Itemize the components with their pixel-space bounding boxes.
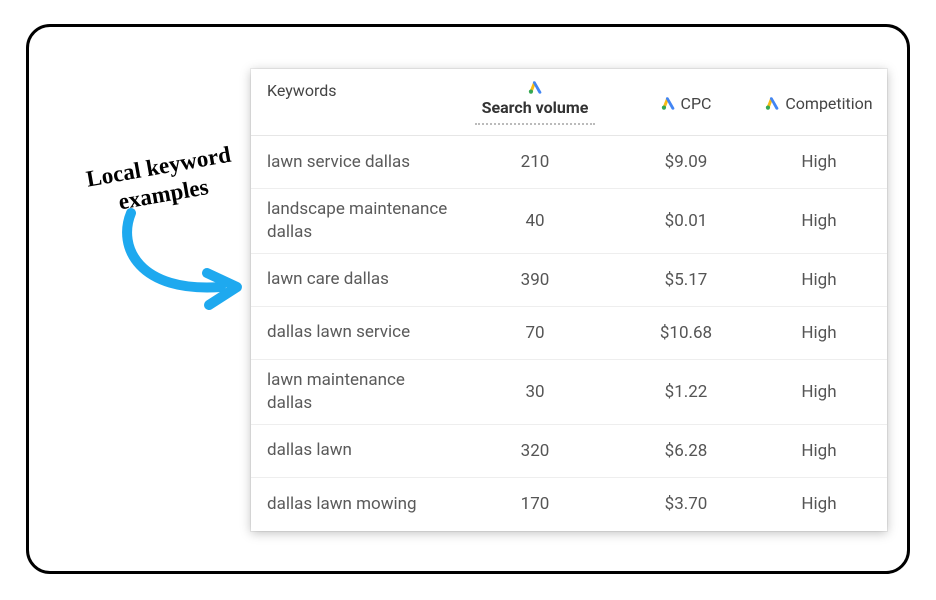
header-volume-label: Search volume [482,98,589,117]
header-cpc: CPC [621,81,751,125]
cell-keyword: dallas lawn mowing [251,493,449,516]
google-ads-icon [661,97,675,110]
table-row: lawn care dallas 390 $5.17 High [251,254,887,307]
cell-keyword: landscape maintenance dallas [251,198,449,244]
cell-keyword: lawn service dallas [251,151,449,174]
cell-competition: High [751,152,887,172]
cell-competition: High [751,382,887,402]
cell-cpc: $1.22 [621,382,751,402]
cell-competition: High [751,323,887,343]
cell-cpc: $3.70 [621,494,751,514]
table-row: dallas lawn service 70 $10.68 High [251,307,887,360]
cell-keyword: lawn care dallas [251,268,449,291]
header-keywords: Keywords [251,81,449,125]
cell-cpc: $6.28 [621,441,751,461]
table-row: lawn service dallas 210 $9.09 High [251,136,887,189]
cell-cpc: $0.01 [621,211,751,231]
table-header: Keywords Search volume [251,69,887,136]
cell-volume: 390 [449,270,621,290]
arrow-icon [109,205,259,325]
cell-competition: High [751,211,887,231]
header-keywords-label: Keywords [267,81,337,100]
header-competition: Competition [751,81,887,125]
google-ads-icon [528,81,542,94]
cell-keyword: dallas lawn service [251,321,449,344]
cell-competition: High [751,494,887,514]
table-row: dallas lawn mowing 170 $3.70 High [251,478,887,531]
cell-cpc: $5.17 [621,270,751,290]
table-row: lawn maintenance dallas 30 $1.22 High [251,360,887,425]
table-row: landscape maintenance dallas 40 $0.01 Hi… [251,189,887,254]
header-competition-label: Competition [785,94,872,113]
cell-volume: 170 [449,494,621,514]
table-body: lawn service dallas 210 $9.09 High lands… [251,136,887,531]
cell-cpc: $9.09 [621,152,751,172]
cell-competition: High [751,441,887,461]
cell-volume: 40 [449,211,621,231]
content-frame: Local keyword examples Keywords Search v… [26,24,910,574]
cell-keyword: lawn maintenance dallas [251,369,449,415]
header-search-volume: Search volume [449,81,621,125]
table-row: dallas lawn 320 $6.28 High [251,425,887,478]
cell-volume: 30 [449,382,621,402]
cell-cpc: $10.68 [621,323,751,343]
cell-volume: 210 [449,152,621,172]
cell-volume: 70 [449,323,621,343]
keyword-table: Keywords Search volume [251,69,887,531]
cell-keyword: dallas lawn [251,439,449,462]
google-ads-icon [765,97,779,110]
annotation-label: Local keyword examples [58,136,265,225]
cell-competition: High [751,270,887,290]
dotted-underline [475,123,595,125]
header-cpc-label: CPC [681,94,712,113]
cell-volume: 320 [449,441,621,461]
